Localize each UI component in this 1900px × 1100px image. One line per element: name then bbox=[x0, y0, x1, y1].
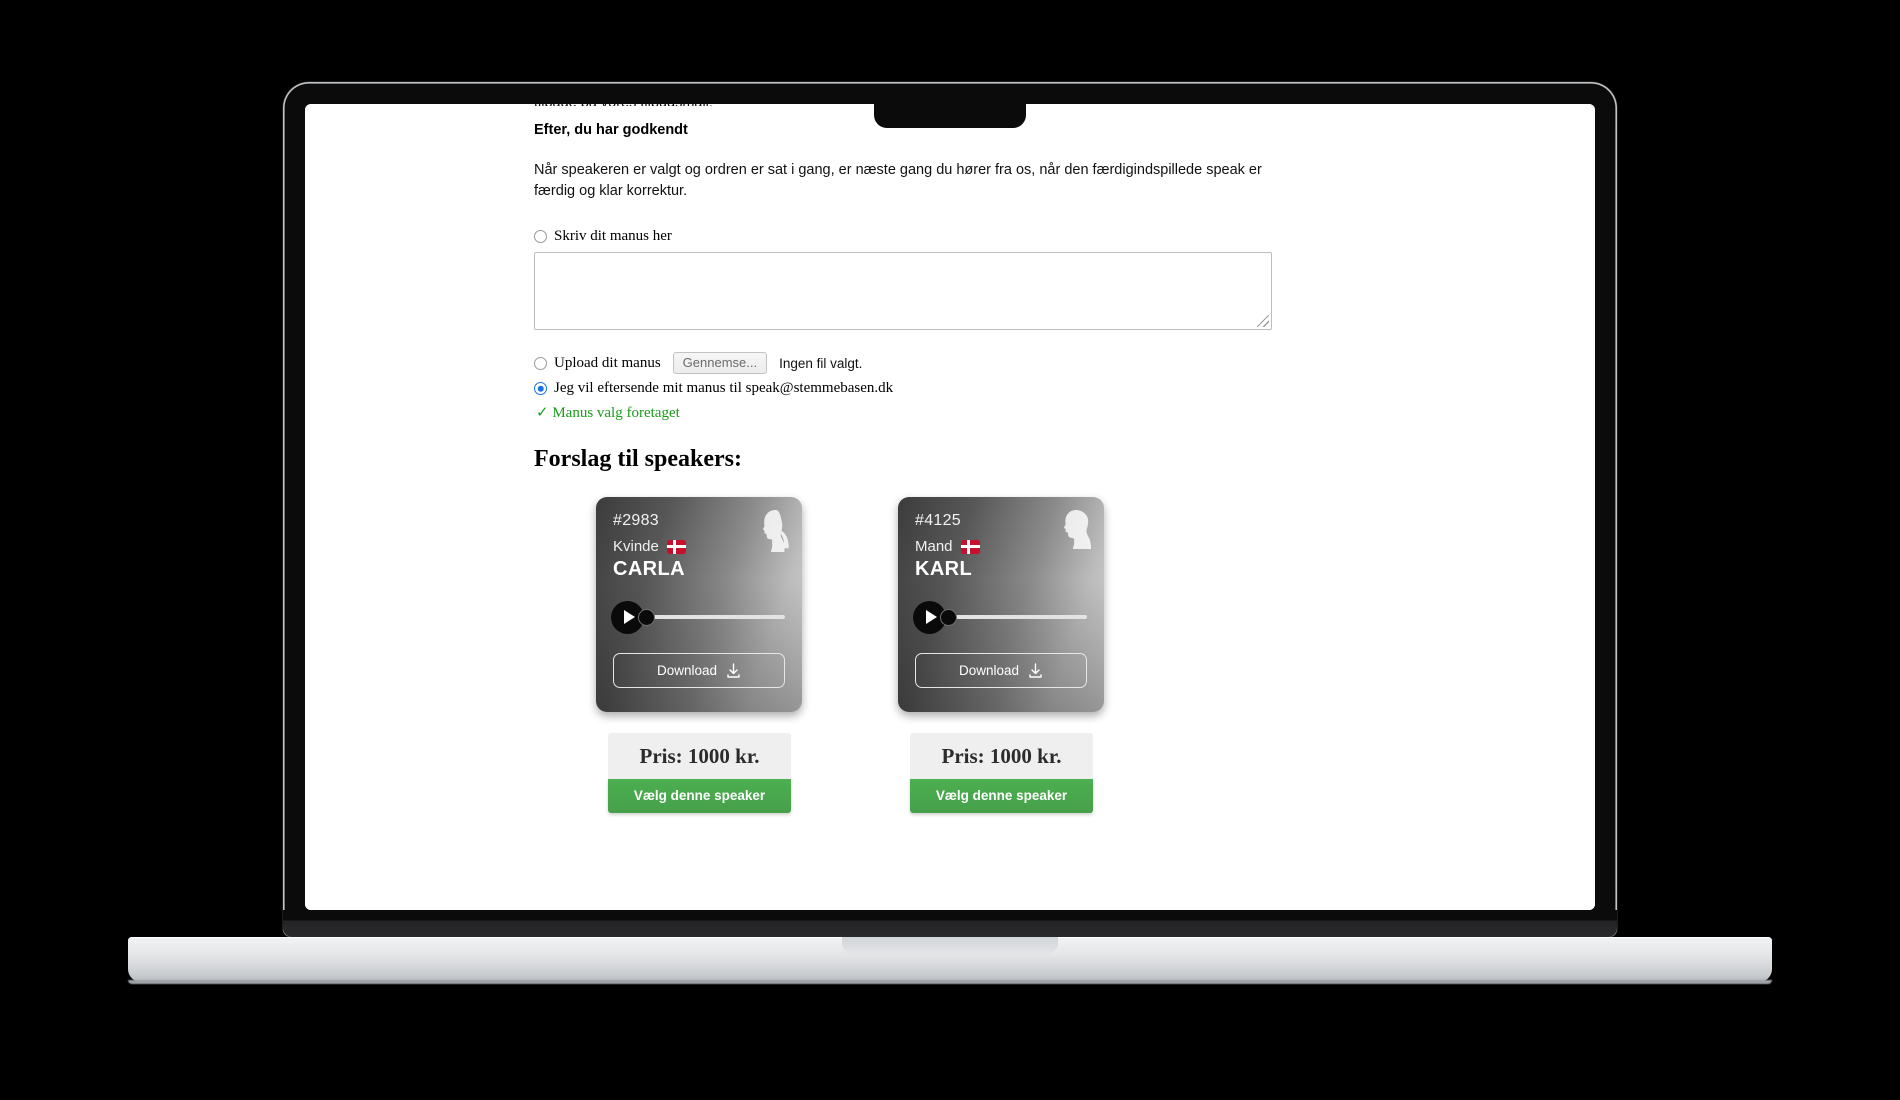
download-button[interactable]: Download bbox=[915, 653, 1087, 688]
speaker-gender: Mand bbox=[915, 538, 953, 555]
laptop-base-notch bbox=[842, 937, 1058, 954]
audio-seek-thumb[interactable] bbox=[638, 608, 655, 626]
laptop-hinge bbox=[283, 910, 1617, 937]
browse-file-button[interactable]: Gennemse... bbox=[672, 352, 768, 374]
radio-option-email-script[interactable]: Jeg vil eftersende mit manus til speak@s… bbox=[534, 380, 1274, 397]
speaker-card[interactable]: #2983 Kvinde CARLA Download bbox=[596, 497, 802, 712]
audio-seek-thumb[interactable] bbox=[940, 608, 957, 626]
radio-write-script-icon[interactable] bbox=[534, 230, 547, 243]
audio-seek-bar[interactable] bbox=[638, 608, 785, 626]
speaker-column: #4125 Mand KARL Download Pris: 1000 kr. … bbox=[898, 497, 1104, 813]
speaker-name: KARL bbox=[915, 558, 973, 580]
play-triangle-icon bbox=[623, 610, 635, 624]
play-triangle-icon bbox=[925, 610, 937, 624]
no-file-selected-text: Ingen fil valgt. bbox=[779, 355, 863, 371]
laptop-base-foot bbox=[128, 980, 1772, 984]
radio-upload-script-label: Upload dit manus bbox=[554, 354, 661, 371]
screenshot-stage: tilbage på vores tilbudsmail. Efter, du … bbox=[0, 0, 1900, 1100]
audio-seek-track bbox=[653, 615, 785, 619]
radio-option-write-script[interactable]: Skriv dit manus her bbox=[534, 228, 1274, 245]
webpage: tilbage på vores tilbudsmail. Efter, du … bbox=[305, 104, 1595, 910]
radio-write-script-label: Skriv dit manus her bbox=[554, 228, 672, 244]
speaker-card[interactable]: #4125 Mand KARL Download bbox=[898, 497, 1104, 712]
female-silhouette-icon bbox=[763, 510, 789, 552]
audio-player bbox=[913, 600, 1087, 634]
choose-speaker-button[interactable]: Vælg denne speaker bbox=[910, 779, 1093, 813]
laptop-base bbox=[128, 937, 1772, 982]
audio-seek-track bbox=[955, 615, 1087, 619]
script-textarea[interactable] bbox=[534, 252, 1272, 330]
radio-email-script-label: Jeg vil eftersende mit manus til speak@s… bbox=[554, 380, 894, 396]
speaker-card-list: #2983 Kvinde CARLA Download Pris: 1000 k… bbox=[596, 497, 1274, 813]
download-button[interactable]: Download bbox=[613, 653, 785, 688]
speaker-price: Pris: 1000 kr. bbox=[608, 733, 791, 779]
speaker-name: CARLA bbox=[613, 558, 685, 580]
radio-email-script-icon[interactable] bbox=[534, 382, 547, 395]
audio-player bbox=[611, 600, 785, 634]
download-button-label: Download bbox=[958, 663, 1020, 678]
speaker-price: Pris: 1000 kr. bbox=[910, 733, 1093, 779]
radio-option-upload-script[interactable]: Upload dit manus Gennemse... Ingen fil v… bbox=[534, 352, 1274, 374]
download-arrow-icon bbox=[727, 662, 740, 678]
radio-upload-script-icon[interactable] bbox=[534, 356, 547, 370]
page-title-forslag: Forslag til speakers: bbox=[534, 446, 742, 472]
manus-confirmation-status: ✓ Manus valg foretaget bbox=[536, 405, 680, 421]
male-silhouette-icon bbox=[1064, 510, 1091, 549]
textarea-resize-handle-icon[interactable] bbox=[1257, 315, 1269, 327]
speaker-column: #2983 Kvinde CARLA Download Pris: 1000 k… bbox=[596, 497, 802, 813]
intro-paragraph: Når speakeren er valgt og ordren er sat … bbox=[534, 162, 1262, 199]
denmark-flag-icon bbox=[666, 539, 686, 554]
denmark-flag-icon bbox=[960, 539, 980, 554]
speaker-gender: Kvinde bbox=[613, 538, 659, 555]
page-content: tilbage på vores tilbudsmail. Efter, du … bbox=[534, 104, 1274, 813]
download-button-label: Download bbox=[656, 663, 718, 678]
laptop-mockup: tilbage på vores tilbudsmail. Efter, du … bbox=[128, 82, 1772, 984]
download-arrow-icon bbox=[1029, 662, 1042, 678]
audio-seek-bar[interactable] bbox=[940, 608, 1087, 626]
choose-speaker-button[interactable]: Vælg denne speaker bbox=[608, 779, 791, 813]
laptop-screen: tilbage på vores tilbudsmail. Efter, du … bbox=[305, 104, 1595, 910]
laptop-camera-notch bbox=[874, 104, 1026, 128]
